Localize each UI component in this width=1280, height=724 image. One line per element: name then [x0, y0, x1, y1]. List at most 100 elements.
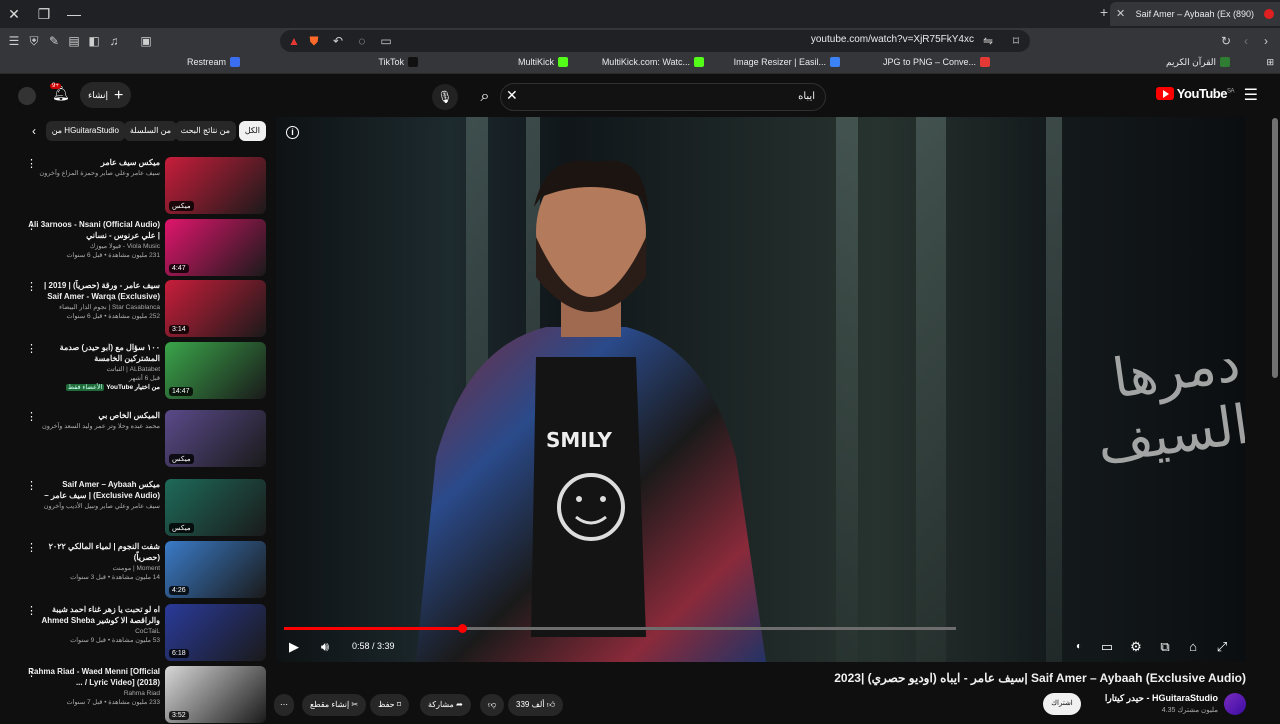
- recommendation-channel[interactable]: Rahma Riad: [28, 689, 160, 698]
- recommendation-channel[interactable]: ALBatabet | الثباتت: [28, 365, 160, 374]
- channel-name[interactable]: حيدر كيتارا - HGuitaraStudio: [1105, 693, 1218, 704]
- more-options-icon[interactable]: ⋮: [26, 606, 37, 617]
- recommendation-item[interactable]: 3:52 Rahma Riad - Waed Menni [Official Ly…: [20, 666, 266, 724]
- chip-from-series[interactable]: من السلسلة: [123, 121, 177, 141]
- subscribe-button[interactable]: اشتراك: [1043, 693, 1081, 715]
- recommendation-channel[interactable]: Viola Music - فيولا ميوزك: [28, 242, 160, 251]
- bookmarks-apps-icon[interactable]: ⊞: [1266, 57, 1274, 68]
- recommendation-item[interactable]: 6:18 اه لو تحبت يا زهر غناء احمد شيبة وال…: [20, 604, 266, 662]
- recommendation-item[interactable]: 14:47 ١٠٠ سؤال مع (ابو حيدر) صدمة المشترك…: [20, 342, 266, 400]
- guide-menu-icon[interactable]: ☰: [1244, 85, 1258, 105]
- youtube-logo[interactable]: YouTubeSA: [1155, 86, 1235, 101]
- recommendation-title[interactable]: شفت النجوم | لمياء المالكي ٢٠٢٢ (حصرياً): [28, 541, 160, 563]
- dislike-button[interactable]: 👎︎: [480, 694, 505, 716]
- recommendation-item[interactable]: ميكس ميكس سيف عامر سيف عامر وعلي صابر وحمز…: [20, 157, 266, 215]
- recommendation-title[interactable]: اه لو تحبت يا زهر غناء احمد شيبة والراقص…: [28, 604, 160, 626]
- video-thumbnail[interactable]: 4:26: [165, 541, 266, 598]
- recommendation-channel[interactable]: Moment | مومنت: [28, 564, 160, 573]
- miniplayer-icon[interactable]: ⧉: [1154, 637, 1176, 657]
- back-icon[interactable]: ‹: [1238, 33, 1254, 49]
- bookmark-item[interactable]: القرآن الكريم: [1166, 57, 1230, 68]
- recommendation-item[interactable]: 3:14 سيف عامر - ورقة (حصرياً) | 2019 | Sa…: [20, 280, 266, 338]
- shield-icon[interactable]: ⛨: [26, 33, 42, 49]
- more-options-icon[interactable]: ⋮: [26, 344, 37, 355]
- recommendation-item[interactable]: 4:26 شفت النجوم | لمياء المالكي ٢٠٢٢ (حصر…: [20, 541, 266, 599]
- video-thumbnail[interactable]: ميكس: [165, 157, 266, 214]
- volume-icon[interactable]: 🔊︎: [314, 637, 336, 657]
- bookmark-item[interactable]: MultiKick.com: Watc...: [602, 57, 704, 67]
- recommendation-title[interactable]: الميكس الخاص بي: [28, 410, 160, 421]
- subtitles-icon[interactable]: ▭: [1096, 637, 1118, 657]
- video-thumbnail[interactable]: ميكس: [165, 479, 266, 536]
- tabs-icon[interactable]: ▤: [66, 33, 82, 49]
- video-thumbnail[interactable]: ميكس: [165, 410, 266, 467]
- bookmark-item[interactable]: MultiKick: [518, 57, 568, 67]
- url-text[interactable]: youtube.com/watch?v=XjR75FkY4xc: [811, 34, 974, 45]
- more-options-icon[interactable]: ⋮: [26, 412, 37, 423]
- site-settings-icon[interactable]: ⇋: [980, 33, 996, 49]
- channel-avatar[interactable]: [1224, 693, 1246, 715]
- fullscreen-icon[interactable]: ⤢: [1211, 637, 1233, 657]
- forward-icon[interactable]: ›: [1258, 33, 1274, 49]
- play-icon[interactable]: ▶: [283, 637, 305, 657]
- search-icon[interactable]: ⌕: [470, 83, 500, 111]
- reload-icon[interactable]: ↻: [1218, 33, 1234, 49]
- recommendation-title[interactable]: ميكس سيف عامر: [28, 157, 160, 168]
- clear-search-icon[interactable]: ✕: [506, 87, 522, 103]
- autoplay-toggle[interactable]: ◐: [1068, 637, 1090, 657]
- browser-tab[interactable]: ✕ (890) Saif Amer – Aybaah (Ex: [1110, 2, 1280, 26]
- back-history-icon[interactable]: ↶: [330, 33, 346, 49]
- split-view-icon[interactable]: ◧: [86, 33, 102, 49]
- recommendation-item[interactable]: ميكس ميكس Saif Amer – Aybaah (Exclusive A…: [20, 479, 266, 537]
- window-restore-icon[interactable]: ❐: [34, 4, 54, 24]
- video-player[interactable]: SMILY دمرها السيف i ▶ 🔊︎ 0:58 / 3:39 ◐ ▭…: [276, 117, 1245, 662]
- address-bar[interactable]: ▲ ⛊ ↶ ◌ ▭ youtube.com/watch?v=XjR75FkY4x…: [280, 30, 1030, 52]
- more-options-icon[interactable]: ⋮: [26, 481, 37, 492]
- clip-button[interactable]: إنشاء مقطع ✂: [302, 694, 367, 716]
- video-thumbnail[interactable]: 3:14: [165, 280, 266, 337]
- recommendation-channel[interactable]: سيف عامر وعلي صابر وحمزة المزاع وآخرون: [28, 169, 160, 178]
- extensions-icon[interactable]: ✎: [46, 33, 62, 49]
- window-minimize-icon[interactable]: —: [64, 4, 84, 24]
- recommendation-title[interactable]: ميكس Saif Amer – Aybaah (Exclusive Audio…: [28, 479, 160, 501]
- recommendation-item[interactable]: 4:47 Ali 3arnoos - Nsani (Official Audio)…: [20, 219, 266, 277]
- chip-from-channel[interactable]: من HGuitaraStudio: [45, 121, 125, 141]
- cast-icon[interactable]: ▭: [378, 33, 394, 49]
- scrubber-handle[interactable]: [458, 624, 468, 633]
- info-icon[interactable]: i: [286, 126, 299, 139]
- bookmark-item[interactable]: Restream: [187, 57, 240, 67]
- brave-shield-icon[interactable]: ⛊: [306, 33, 322, 49]
- share-button[interactable]: مشاركة ➦: [420, 694, 471, 716]
- more-options-icon[interactable]: ⋮: [26, 543, 37, 554]
- video-thumbnail[interactable]: 14:47: [165, 342, 266, 399]
- recommendation-channel[interactable]: Star Casablanca | نجوم الدار البيضاء: [28, 303, 160, 312]
- settings-icon[interactable]: ⚙: [1125, 637, 1147, 657]
- recommendation-channel[interactable]: سيف عامر وعلي صابر ونبيل الأديب وآخرون: [28, 502, 160, 511]
- new-tab-button[interactable]: +: [1100, 4, 1108, 20]
- chip-all[interactable]: الكل: [238, 121, 266, 141]
- account-avatar[interactable]: [18, 87, 36, 105]
- bookmark-item[interactable]: Image Resizer | Easil...: [734, 57, 840, 67]
- more-actions-icon[interactable]: ⋯: [274, 694, 294, 716]
- warning-icon[interactable]: ▲: [286, 33, 302, 49]
- create-button[interactable]: إنشاء +: [80, 82, 132, 108]
- music-icon[interactable]: ♫: [106, 33, 122, 49]
- bookmark-icon[interactable]: ⌑: [1008, 33, 1024, 49]
- recommendation-channel[interactable]: CoCTaiL: [28, 627, 160, 636]
- recommendation-title[interactable]: ١٠٠ سؤال مع (ابو حيدر) صدمة المشتركين ال…: [28, 342, 160, 364]
- more-options-icon[interactable]: ⋮: [26, 159, 37, 170]
- more-options-icon[interactable]: ⋮: [26, 221, 37, 232]
- sidebar-menu-icon[interactable]: ☰: [6, 33, 22, 49]
- chip-from-search[interactable]: من نتائج البحث: [174, 121, 236, 141]
- chat-icon[interactable]: ◌: [354, 33, 370, 49]
- recommendation-item[interactable]: ميكس الميكس الخاص بي محمد عبده وحلا وتر عم…: [20, 410, 266, 468]
- video-thumbnail[interactable]: 4:47: [165, 219, 266, 276]
- page-scrollbar[interactable]: [1272, 118, 1278, 378]
- window-close-icon[interactable]: ✕: [4, 4, 24, 24]
- recommendation-title[interactable]: Rahma Riad - Waed Menni [Official Lyric …: [28, 666, 160, 688]
- progress-bar[interactable]: [284, 624, 956, 633]
- recommendation-title[interactable]: سيف عامر - ورقة (حصرياً) | 2019 | Saif A…: [28, 280, 160, 302]
- recommendation-title[interactable]: Ali 3arnoos - Nsani (Official Audio) | ع…: [28, 219, 160, 241]
- bookmark-item[interactable]: JPG to PNG – Conve...: [883, 57, 990, 67]
- search-input[interactable]: ايباه: [500, 83, 826, 111]
